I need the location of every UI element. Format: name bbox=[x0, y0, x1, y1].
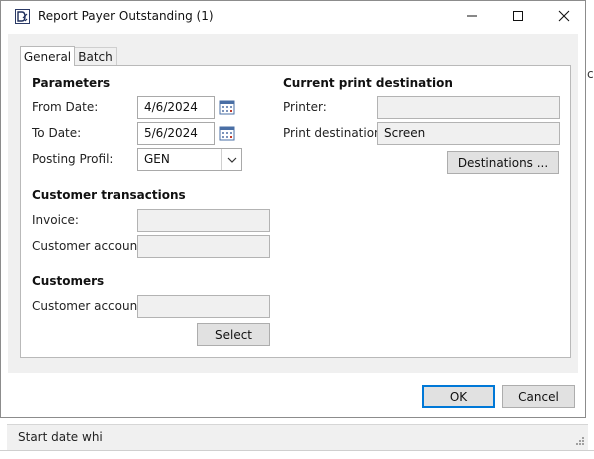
to-date-value: 5/6/2024 bbox=[144, 126, 198, 140]
maximize-icon bbox=[513, 11, 523, 21]
cancel-button-label: Cancel bbox=[518, 389, 559, 404]
customers-customer-account-field[interactable] bbox=[137, 295, 270, 318]
posting-profile-dropdown-button[interactable] bbox=[221, 149, 241, 170]
close-icon bbox=[558, 10, 570, 22]
dynamics-app-icon bbox=[15, 9, 30, 24]
calendar-icon[interactable] bbox=[219, 125, 235, 141]
background-text: ce bbox=[587, 67, 594, 81]
customer-transactions-heading: Customer transactions bbox=[32, 188, 186, 202]
invoice-field[interactable] bbox=[137, 209, 270, 232]
from-date-label: From Date: bbox=[32, 100, 99, 114]
to-date-label: To Date: bbox=[32, 126, 82, 140]
invoice-label: Invoice: bbox=[32, 213, 79, 227]
chevron-down-icon bbox=[227, 157, 236, 163]
destinations-button[interactable]: Destinations ... bbox=[447, 151, 559, 174]
parameters-heading: Parameters bbox=[32, 76, 111, 90]
from-date-value: 4/6/2024 bbox=[144, 100, 198, 114]
tab-batch-label: Batch bbox=[78, 50, 113, 64]
printer-field[interactable] bbox=[377, 96, 560, 119]
customers-heading: Customers bbox=[32, 274, 105, 288]
tab-general-label: General bbox=[23, 49, 72, 64]
maximize-button[interactable] bbox=[495, 1, 541, 31]
transactions-customer-account-label: Customer account: bbox=[32, 239, 146, 253]
destinations-button-label: Destinations ... bbox=[457, 155, 549, 170]
tab-batch[interactable]: Batch bbox=[75, 47, 117, 66]
print-destination-field[interactable]: Screen bbox=[377, 122, 560, 145]
ok-button-label: OK bbox=[449, 389, 468, 404]
print-destination-label: Print destination: bbox=[283, 126, 386, 140]
dialog-window: Report Payer Outstanding (1) General Bat… bbox=[0, 0, 586, 418]
transactions-customer-account-field[interactable] bbox=[137, 235, 270, 258]
status-text: Start date whi bbox=[18, 430, 103, 444]
select-button-label: Select bbox=[214, 327, 253, 342]
close-button[interactable] bbox=[541, 1, 587, 31]
select-button[interactable]: Select bbox=[197, 323, 270, 346]
posting-profile-select[interactable]: GEN bbox=[137, 148, 242, 171]
resize-grip-icon[interactable] bbox=[574, 434, 584, 448]
customers-customer-account-label: Customer account: bbox=[32, 299, 146, 313]
minimize-icon bbox=[467, 15, 477, 17]
tab-general[interactable]: General bbox=[20, 46, 75, 66]
window-title: Report Payer Outstanding (1) bbox=[38, 9, 214, 23]
ok-button[interactable]: OK bbox=[422, 385, 495, 408]
status-bar: Start date whi bbox=[7, 424, 588, 451]
calendar-icon[interactable] bbox=[219, 99, 235, 115]
posting-profile-label: Posting Profil: bbox=[32, 152, 114, 166]
printer-label: Printer: bbox=[283, 100, 327, 114]
cancel-button[interactable]: Cancel bbox=[502, 385, 575, 408]
to-date-field[interactable]: 5/6/2024 bbox=[137, 122, 215, 145]
print-destination-value: Screen bbox=[384, 126, 426, 140]
print-destination-heading: Current print destination bbox=[283, 76, 453, 90]
posting-profile-value: GEN bbox=[144, 152, 170, 166]
minimize-button[interactable] bbox=[449, 1, 495, 31]
from-date-field[interactable]: 4/6/2024 bbox=[137, 96, 215, 119]
